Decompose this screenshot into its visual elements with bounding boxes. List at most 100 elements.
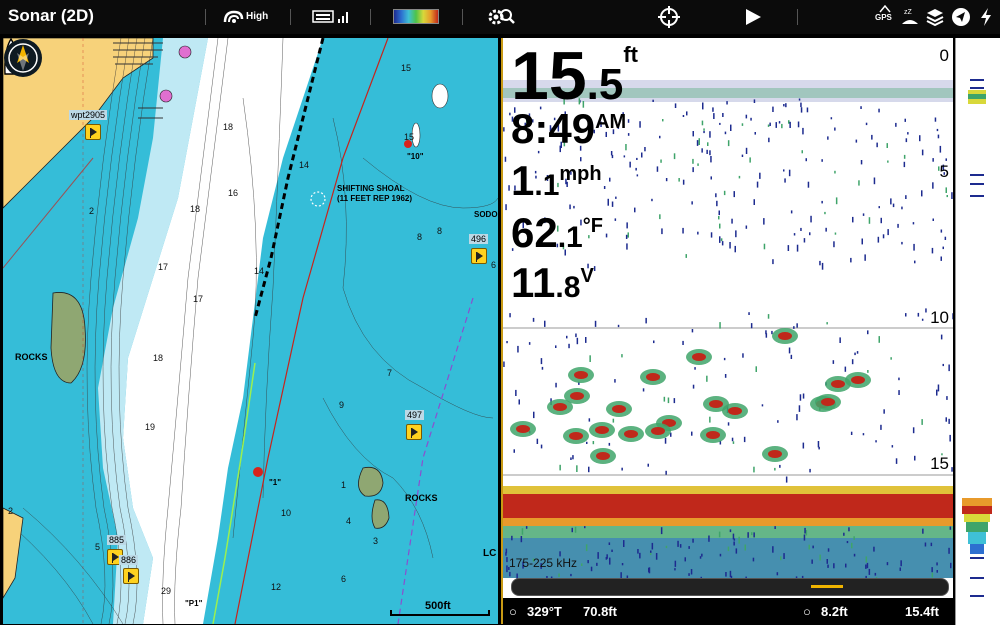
sonar-speckle: [843, 532, 845, 536]
gear-search-icon[interactable]: [486, 6, 516, 28]
sonar-speckle: [921, 190, 923, 197]
sonar-speckle: [603, 186, 606, 189]
sonar-speckle: [810, 215, 812, 223]
play-icon[interactable]: [744, 8, 762, 26]
depth-scale-label: 15: [930, 454, 949, 473]
sonar-speckle: [763, 218, 765, 225]
waypoint-flag-icon[interactable]: [85, 124, 101, 140]
sensitivity-label[interactable]: High: [246, 11, 268, 22]
sonar-speckle: [930, 542, 933, 547]
sleep-icon[interactable]: zZ: [900, 6, 920, 28]
sonar-speckle: [709, 150, 711, 156]
sonar-speckle: [771, 330, 773, 335]
islet: [431, 83, 449, 109]
sonar-speckle: [787, 245, 790, 251]
depth-sounding: 7: [387, 368, 393, 378]
sonar-speckle: [709, 131, 711, 138]
toolbar-divider: [797, 9, 798, 25]
keyboard-icon[interactable]: [312, 8, 334, 24]
fish-echo-core: [821, 398, 835, 406]
sonar-speckle: [785, 103, 787, 108]
water-temp-unit: °F: [582, 215, 603, 237]
speed-value: 1: [511, 157, 535, 204]
app-title: Sonar (2D): [8, 6, 94, 25]
sonar-speckle: [781, 123, 783, 129]
sonar-speckle: [719, 322, 721, 329]
sonar-speckle: [639, 552, 641, 559]
sonar-speckle: [650, 550, 652, 554]
sonar-speckle: [536, 438, 539, 444]
gps-label: GPS: [875, 13, 892, 22]
sonar-speckle: [572, 455, 574, 460]
sonar-speckle: [682, 227, 684, 234]
sonar-speckle: [882, 234, 885, 239]
depth-sounding: 2: [8, 506, 14, 516]
sonar-speckle: [905, 195, 907, 199]
sonar-speckle: [611, 549, 613, 552]
sonar-speckle: [684, 557, 686, 562]
sonar-speckle: [692, 384, 695, 389]
sonar-speckle: [724, 131, 727, 135]
fish-echo-core: [778, 332, 792, 340]
sonar-speckle: [504, 156, 507, 162]
waypoint-flag-icon[interactable]: [406, 424, 422, 440]
sonar-speckle: [887, 160, 889, 163]
voltage-readout: 11.8V: [511, 262, 594, 304]
depth-scale-label: 10: [930, 308, 949, 327]
waypoint-flag-icon[interactable]: [123, 568, 139, 584]
sonar-speckle: [860, 160, 863, 165]
zoom-slider[interactable]: [511, 578, 949, 596]
sonar-speckle: [644, 147, 646, 152]
sonar-speckle: [848, 527, 850, 532]
sonar-speckle: [798, 405, 801, 412]
sonar-speckle: [511, 535, 513, 541]
sonar-sensitivity-icon[interactable]: [222, 8, 244, 26]
sonar-speckle: [569, 204, 571, 210]
sonar-speckle: [533, 411, 535, 419]
sonar-speckle: [617, 324, 620, 328]
sonar-speckle: [876, 142, 878, 148]
sonar-speckle: [759, 172, 761, 179]
sonar-speckle: [796, 414, 798, 421]
sonar-speckle: [659, 135, 661, 139]
sonar-speckle: [750, 117, 752, 121]
navigation-chart[interactable]: [3, 38, 498, 624]
sonar-speckle: [880, 424, 882, 430]
sonar-speckle: [576, 465, 578, 472]
sonar-speckle: [951, 192, 953, 199]
navigation-icon[interactable]: [951, 7, 971, 27]
sonar-speckle: [913, 243, 915, 251]
layers-icon[interactable]: [926, 7, 944, 27]
sonar-speckle: [691, 201, 693, 205]
sonar-speckle: [515, 389, 517, 396]
crosshair-icon[interactable]: [658, 6, 680, 28]
sonar-speckle: [834, 232, 837, 235]
palette-swatch[interactable]: [393, 9, 439, 24]
sonar-speckle: [777, 420, 779, 423]
sonar-speckle: [772, 106, 774, 112]
sonar-speckle: [808, 544, 810, 550]
sonar-speckle: [659, 214, 661, 220]
sonar-speckle: [826, 559, 828, 564]
sonar-speckle: [932, 218, 934, 221]
sonar-speckle: [772, 546, 774, 553]
zoom-slider-thumb[interactable]: [811, 585, 844, 588]
sonar-speckle: [615, 196, 617, 199]
sonar-speckle: [924, 542, 927, 547]
sonar-speckle: [575, 333, 577, 338]
waypoint-flag-icon[interactable]: [471, 248, 487, 264]
waypoint-name: 496: [469, 234, 489, 244]
sonar-speckle: [851, 542, 853, 549]
sonar-speckle: [555, 382, 557, 388]
sonar-speckle: [812, 545, 814, 549]
sonar-speckle: [952, 313, 953, 320]
sonar-speckle: [540, 444, 543, 449]
sonar-speckle: [664, 437, 667, 444]
sonar-speckle: [730, 124, 732, 131]
sonar-speckle: [948, 547, 950, 554]
sonar-speckle: [727, 140, 730, 147]
compass-icon[interactable]: [3, 38, 43, 78]
sonar-view[interactable]: 15.5ft 8:49AM 1.1mph 62.1°F 11.8V 0 5 10…: [501, 38, 953, 624]
chart-view[interactable]: 15 15 14 18 16 18 17 2 17 14 8 8 6 18 7 …: [3, 38, 498, 624]
land-area: [3, 507, 24, 599]
